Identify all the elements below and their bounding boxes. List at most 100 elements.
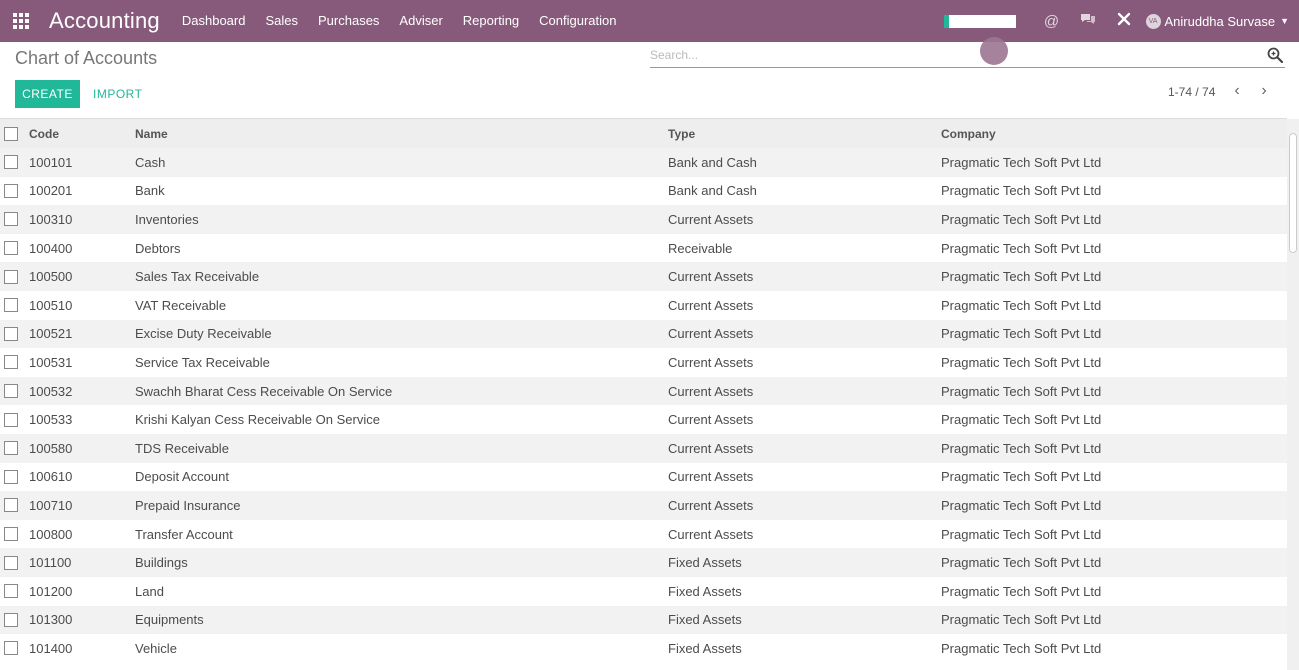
tools-icon[interactable] (1106, 12, 1142, 30)
table-row[interactable]: 101400 Vehicle Fixed Assets Pragmatic Tech … (0, 634, 1287, 663)
cell-company[interactable]: Pragmatic Tech Soft Pvt Ltd (941, 520, 1287, 549)
cell-code[interactable]: 101200 (29, 577, 135, 606)
table-row[interactable]: 100533 Krishi Kalyan Cess Receivable On S… (0, 405, 1287, 434)
table-row[interactable]: 101300 Equipments Fixed Assets Pragmatic Te… (0, 605, 1287, 635)
cell-company[interactable]: Pragmatic Tech Soft Pvt Ltd (941, 491, 1287, 520)
cell-name[interactable]: Buildings (135, 548, 668, 577)
row-checkbox[interactable] (4, 527, 18, 542)
table-row[interactable]: 100500 Sales Tax Receivable Current Assets… (0, 262, 1287, 291)
table-row[interactable]: 100532 Swachh Bharat Cess Receivable On S… (0, 376, 1287, 406)
search-input[interactable] (650, 44, 1250, 66)
cell-code[interactable]: 100533 (29, 405, 135, 434)
cell-code[interactable]: 100580 (29, 434, 135, 463)
column-header-name[interactable]: Name (135, 119, 668, 148)
cell-code[interactable]: 100201 (29, 177, 135, 206)
table-row[interactable]: 100710 Prepaid Insurance Current Assets Pra… (0, 491, 1287, 520)
row-checkbox[interactable] (4, 555, 18, 570)
cell-type[interactable]: Fixed Assets (668, 577, 941, 606)
cell-type[interactable]: Fixed Assets (668, 606, 941, 635)
table-row[interactable]: 101100 Buildings Fixed Assets Pragmatic Tec… (0, 548, 1287, 577)
chevron-right-icon[interactable]: › (1254, 82, 1274, 104)
cell-name[interactable]: Transfer Account (135, 520, 668, 549)
create-button[interactable]: CREATE (15, 80, 80, 108)
column-header-company[interactable]: Company (941, 119, 1287, 148)
cell-type[interactable]: Fixed Assets (668, 548, 941, 577)
user-menu[interactable]: VA Aniruddha Survase ▼ (1145, 13, 1289, 29)
cell-code[interactable]: 100500 (29, 262, 135, 291)
table-row[interactable]: 100101 Cash Bank and Cash Pragmatic Tech So… (0, 148, 1287, 177)
cell-name[interactable]: Cash (135, 148, 668, 177)
cell-company[interactable]: Pragmatic Tech Soft Pvt Ltd (941, 177, 1287, 206)
row-checkbox[interactable] (4, 612, 18, 627)
row-checkbox[interactable] (4, 498, 18, 513)
import-button[interactable]: IMPORT (88, 80, 147, 108)
chat-bubbles-icon[interactable] (1070, 12, 1106, 30)
vertical-scrollbar[interactable] (1287, 119, 1299, 670)
cell-type[interactable]: Current Assets (668, 291, 941, 320)
cell-type[interactable]: Current Assets (668, 377, 941, 406)
cell-code[interactable]: 100400 (29, 234, 135, 263)
row-checkbox[interactable] (4, 212, 18, 227)
cell-name[interactable]: TDS Receivable (135, 434, 668, 463)
cell-type[interactable]: Bank and Cash (668, 177, 941, 206)
at-mention-icon[interactable]: @ (1034, 13, 1070, 30)
pager-value[interactable]: 1-74 / 74 (1168, 85, 1215, 99)
cell-name[interactable]: VAT Receivable (135, 291, 668, 320)
cell-company[interactable]: Pragmatic Tech Soft Pvt Ltd (941, 348, 1287, 377)
cell-company[interactable]: Pragmatic Tech Soft Pvt Ltd (941, 606, 1287, 635)
menu-item-reporting[interactable]: Reporting (453, 0, 529, 42)
cell-code[interactable]: 100710 (29, 491, 135, 520)
cell-type[interactable]: Current Assets (668, 405, 941, 434)
cell-code[interactable]: 100510 (29, 291, 135, 320)
cell-name[interactable]: Land (135, 577, 668, 606)
table-row[interactable]: 100521 Excise Duty Receivable Current Asse… (0, 319, 1287, 349)
cell-code[interactable]: 100521 (29, 320, 135, 349)
table-row[interactable]: 100310 Inventories Current Assets Pragmatic… (0, 205, 1287, 234)
row-checkbox[interactable] (4, 269, 18, 284)
cell-type[interactable]: Bank and Cash (668, 148, 941, 177)
row-checkbox[interactable] (4, 441, 18, 456)
cell-type[interactable]: Current Assets (668, 463, 941, 492)
cell-name[interactable]: Service Tax Receivable (135, 348, 668, 377)
row-checkbox[interactable] (4, 641, 18, 656)
cell-company[interactable]: Pragmatic Tech Soft Pvt Ltd (941, 434, 1287, 463)
cell-name[interactable]: Vehicle (135, 634, 668, 663)
table-row[interactable]: 100800 Transfer Account Current Assets Prag… (0, 519, 1287, 549)
cell-name[interactable]: Swachh Bharat Cess Receivable On Service (135, 377, 668, 406)
row-checkbox[interactable] (4, 355, 18, 370)
row-checkbox[interactable] (4, 241, 18, 256)
cell-type[interactable]: Current Assets (668, 434, 941, 463)
cell-name[interactable]: Sales Tax Receivable (135, 262, 668, 291)
cell-company[interactable]: Pragmatic Tech Soft Pvt Ltd (941, 234, 1287, 263)
table-row[interactable]: 100510 VAT Receivable Current Assets Pragma… (0, 290, 1287, 320)
search-icon[interactable] (1267, 47, 1284, 64)
row-checkbox[interactable] (4, 584, 18, 599)
cell-code[interactable]: 100610 (29, 463, 135, 492)
table-row[interactable]: 100201 Bank Bank and Cash Pragmatic Tech So… (0, 176, 1287, 206)
cell-company[interactable]: Pragmatic Tech Soft Pvt Ltd (941, 377, 1287, 406)
cell-company[interactable]: Pragmatic Tech Soft Pvt Ltd (941, 463, 1287, 492)
cell-code[interactable]: 101300 (29, 606, 135, 635)
cell-code[interactable]: 100310 (29, 205, 135, 234)
menu-item-sales[interactable]: Sales (255, 0, 308, 42)
cell-name[interactable]: Bank (135, 177, 668, 206)
cell-company[interactable]: Pragmatic Tech Soft Pvt Ltd (941, 405, 1287, 434)
cell-type[interactable]: Current Assets (668, 520, 941, 549)
row-checkbox[interactable] (4, 412, 18, 427)
cell-company[interactable]: Pragmatic Tech Soft Pvt Ltd (941, 262, 1287, 291)
column-header-type[interactable]: Type (668, 119, 941, 148)
row-checkbox[interactable] (4, 155, 18, 170)
cell-name[interactable]: Debtors (135, 234, 668, 263)
cell-type[interactable]: Fixed Assets (668, 634, 941, 663)
table-row[interactable]: 101200 Land Fixed Assets Pragmatic Tech Sof… (0, 576, 1287, 606)
cell-name[interactable]: Inventories (135, 205, 668, 234)
cell-code[interactable]: 100800 (29, 520, 135, 549)
cell-type[interactable]: Current Assets (668, 205, 941, 234)
cell-code[interactable]: 101100 (29, 548, 135, 577)
cell-name[interactable]: Excise Duty Receivable (135, 320, 668, 349)
cell-company[interactable]: Pragmatic Tech Soft Pvt Ltd (941, 548, 1287, 577)
cell-code[interactable]: 100101 (29, 148, 135, 177)
cell-company[interactable]: Pragmatic Tech Soft Pvt Ltd (941, 205, 1287, 234)
cell-name[interactable]: Equipments (135, 606, 668, 635)
row-checkbox[interactable] (4, 384, 18, 399)
